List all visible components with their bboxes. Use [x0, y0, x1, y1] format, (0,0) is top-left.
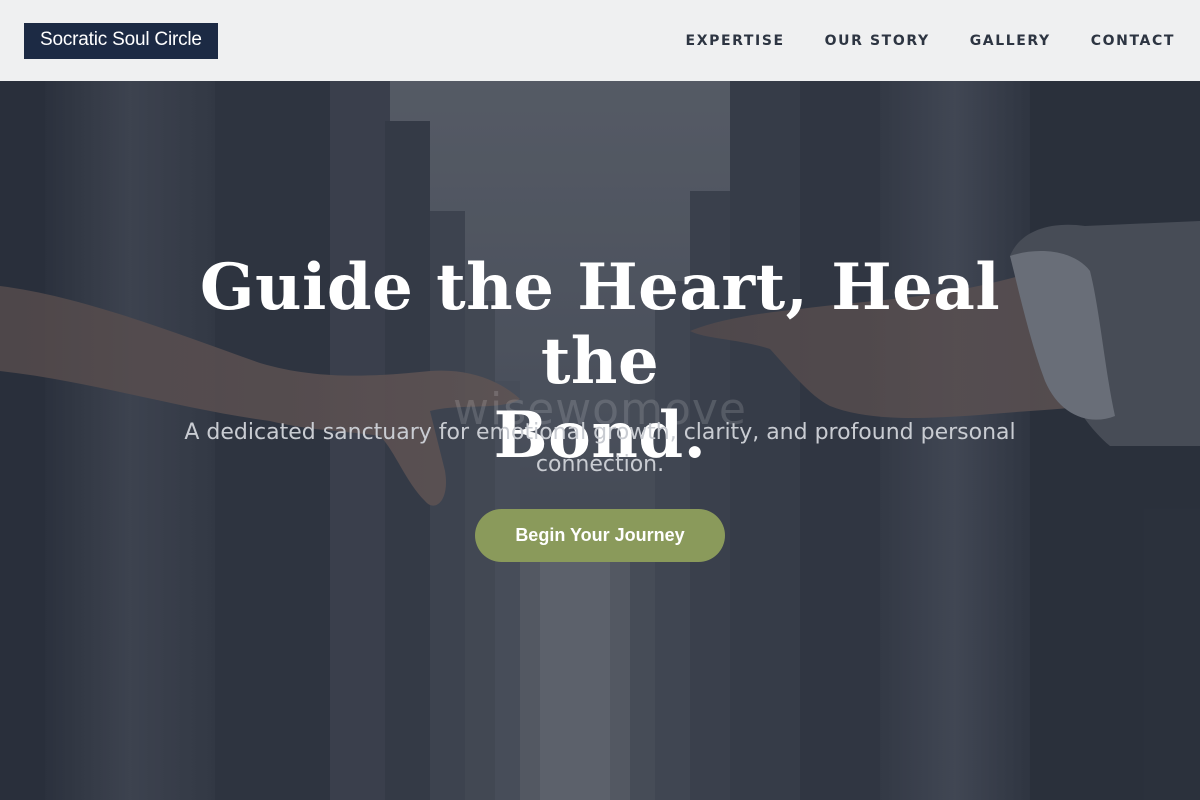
- nav-item-contact[interactable]: CONTACT: [1091, 33, 1175, 49]
- brand-logo[interactable]: Socratic Soul Circle: [24, 22, 218, 59]
- main-nav: EXPERTISE OUR STORY GALLERY CONTACT: [646, 33, 1175, 49]
- hero-title-line1: Guide the Heart, Heal the: [199, 250, 1001, 399]
- hero-content: Guide the Heart, Heal the Bond. wisewomo…: [0, 81, 1200, 800]
- site-header: Socratic Soul Circle EXPERTISE OUR STORY…: [0, 0, 1200, 81]
- nav-item-our-story[interactable]: OUR STORY: [825, 33, 930, 49]
- begin-journey-button[interactable]: Begin Your Journey: [475, 509, 725, 562]
- nav-item-expertise[interactable]: EXPERTISE: [686, 33, 785, 49]
- hero-section: Guide the Heart, Heal the Bond. wisewomo…: [0, 81, 1200, 800]
- nav-item-gallery[interactable]: GALLERY: [970, 33, 1051, 49]
- hero-subtitle: A dedicated sanctuary for emotional grow…: [184, 420, 1016, 477]
